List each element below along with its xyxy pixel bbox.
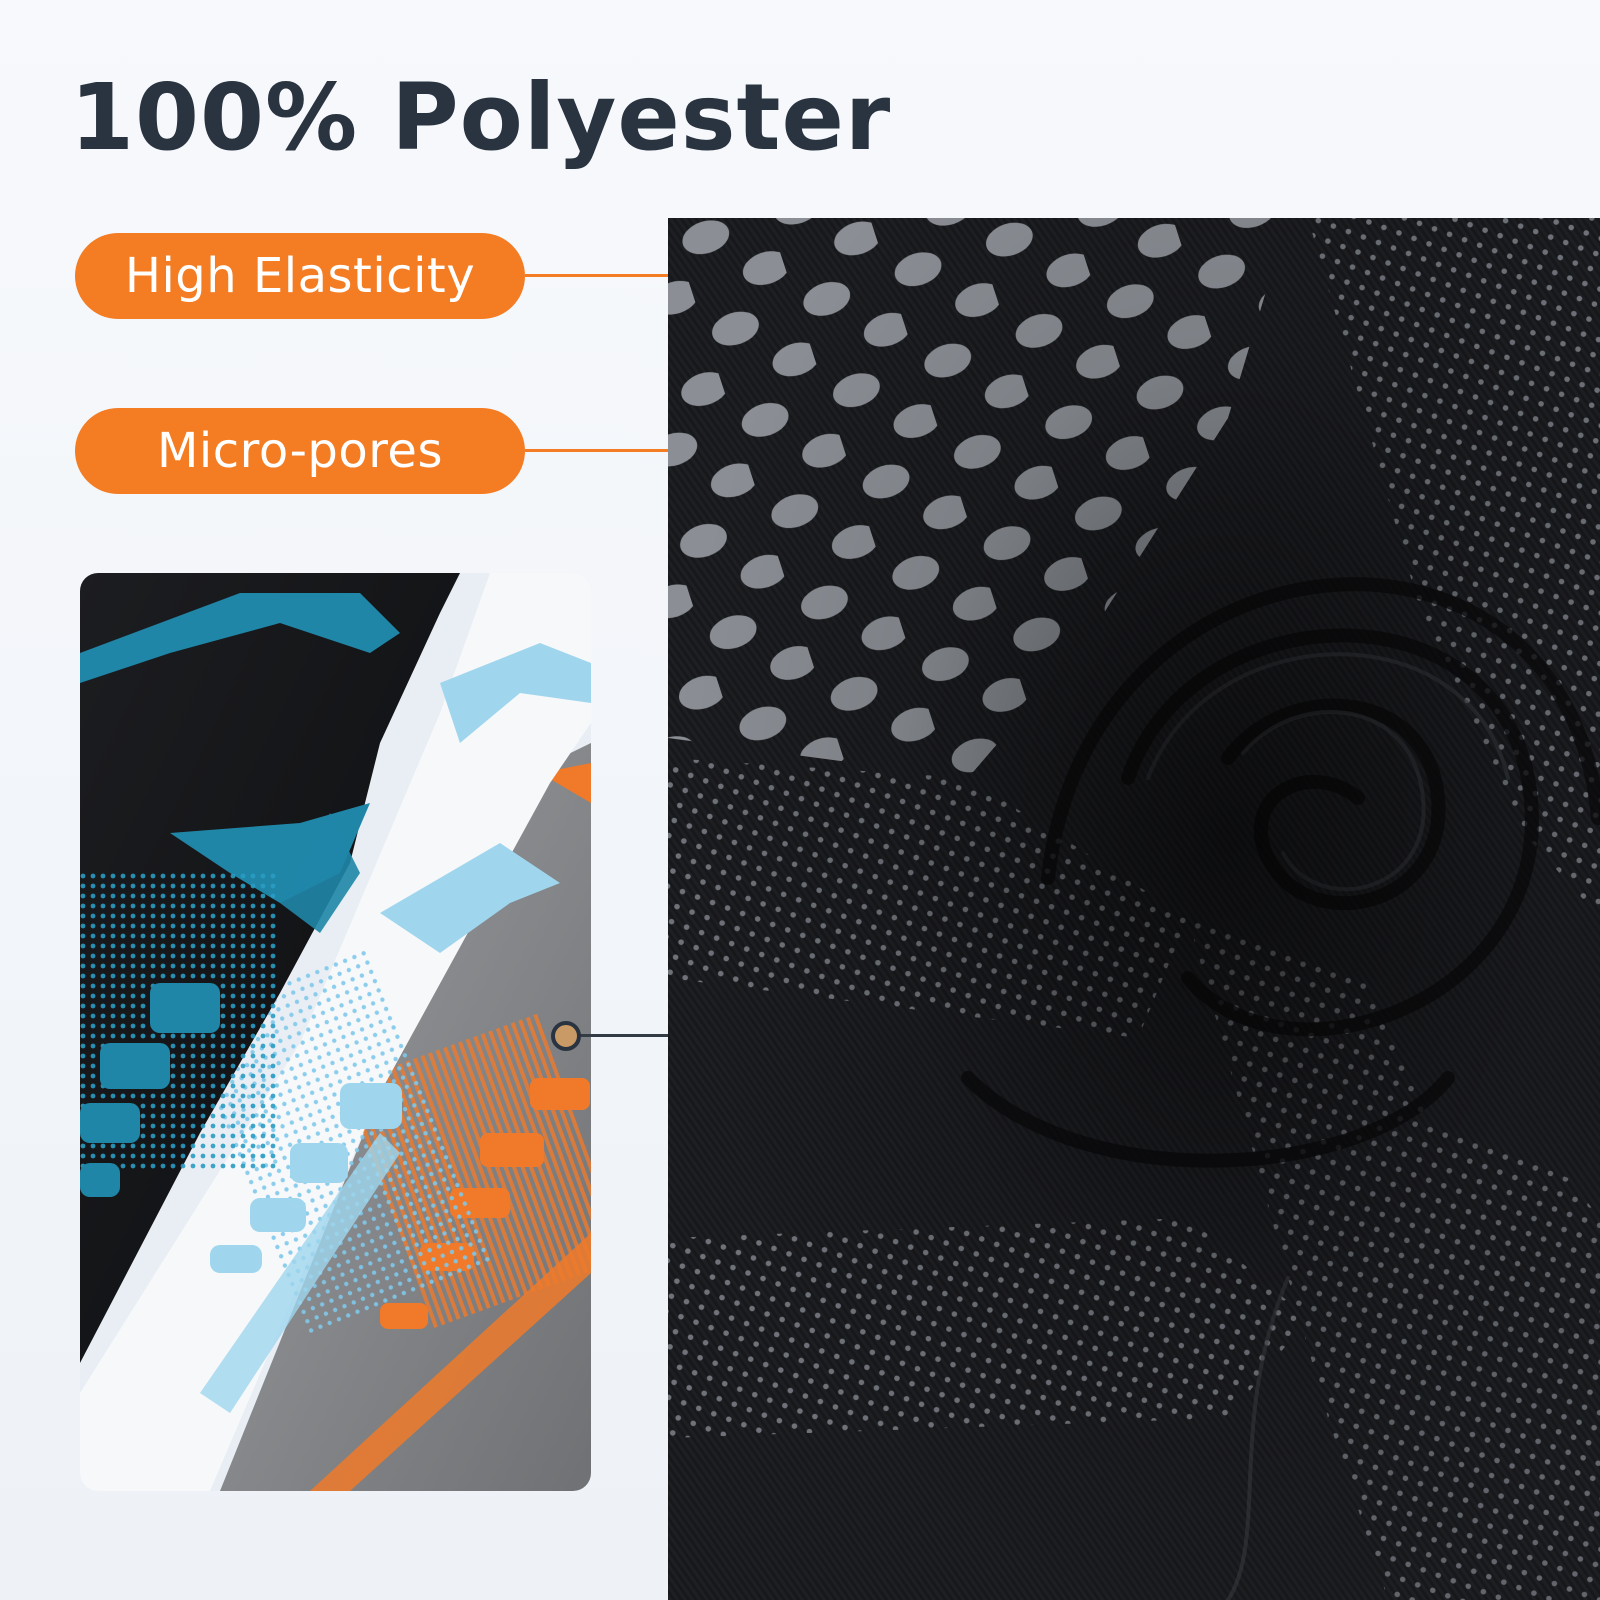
page-title: 100% Polyester: [70, 64, 892, 171]
inset-connector-line: [580, 1034, 668, 1037]
feature-badge-micropores: Micro-pores: [75, 408, 525, 494]
feature-badge-elasticity: High Elasticity: [75, 233, 525, 319]
shirts-inset-photo: [80, 573, 591, 1491]
feature-connector-line: [525, 274, 668, 277]
fabric-closeup-photo: [668, 218, 1600, 1600]
feature-connector-line: [525, 449, 668, 452]
inset-marker-dot: [551, 1021, 581, 1051]
